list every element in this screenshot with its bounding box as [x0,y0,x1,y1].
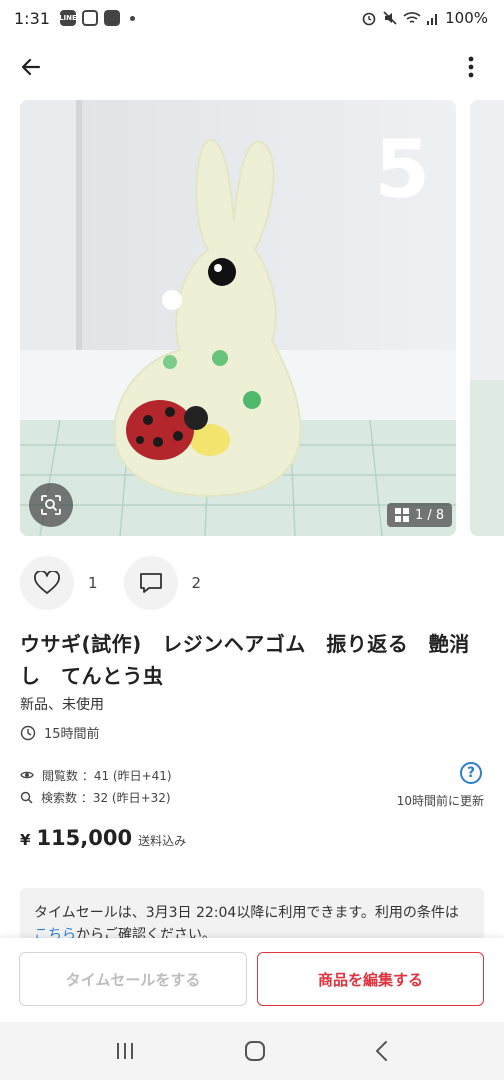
bottom-action-bar: タイムセールをする 商品を編集する [0,938,504,1022]
image-search-button[interactable] [29,483,73,527]
grid-icon [395,508,409,522]
price-amount: 115,000 [36,826,133,850]
item-condition: 新品、未使用 [20,697,104,713]
battery-level: 100% [445,9,488,27]
next-image-preview[interactable] [470,100,504,536]
comment-icon [139,573,162,593]
product-image[interactable]: 5 [20,100,456,536]
system-nav-bar [0,1022,504,1080]
price-row: ¥ 115,000 送料込み [20,826,186,850]
updated-text: 10時間前に更新 [396,794,484,808]
like-button[interactable] [20,556,74,610]
like-count: 1 [88,574,98,592]
recent-apps-icon[interactable] [114,1041,136,1061]
status-time: 1:31 [14,8,50,28]
stats-block: 閲覧数 ：41 (昨日+41) 検索数 ：32 (昨日+32) ? 10時間前に… [20,762,484,808]
item-title: ウサギ(試作) レジンヘアゴム 振り返る 艶消し てんとう虫 [20,632,470,688]
home-icon[interactable] [244,1040,266,1062]
mute-icon [383,11,397,25]
next-image-thumbnail [470,100,504,536]
gallery-icon [103,10,120,26]
action-row: 1 2 [20,556,227,610]
more-vertical-icon [468,56,474,78]
searches-text: 検索数 ：32 (昨日+32) [41,790,171,805]
back-nav-icon[interactable] [374,1040,390,1062]
posted-time: 15時間前 [20,723,100,742]
comment-count: 2 [191,574,202,592]
line-icon: LINE [59,10,77,26]
eye-icon [20,771,34,779]
currency-symbol: ¥ [20,831,31,849]
time-sale-button[interactable]: タイムセールをする [19,952,247,1006]
clock-icon [20,725,36,740]
notification-dot-icon [129,15,135,21]
alarm-icon [362,12,376,26]
app-bar [0,40,504,94]
search-icon [20,791,33,803]
edit-item-button[interactable]: 商品を編集する [257,952,484,1006]
instagram-icon [81,10,98,26]
image-counter-text: 1 / 8 [415,507,445,523]
views-text: 閲覧数 ：41 (昨日+41) [42,768,172,783]
views-row: 閲覧数 ：41 (昨日+41) [20,764,484,786]
signal-icon [427,14,438,25]
shipping-note: 送料込み [138,834,187,848]
image-number-overlay: 5 [374,123,430,216]
heart-icon [34,571,60,594]
image-counter[interactable]: 1 / 8 [387,503,453,527]
back-button[interactable] [14,50,48,84]
status-bar: 1:31 LINE 100% [0,0,504,36]
more-menu-button[interactable] [454,50,488,84]
status-left: 1:31 LINE [14,9,135,28]
posted-time-text: 15時間前 [44,727,100,742]
notice-text-before: タイムセールは、3月3日 22:04以降に利用できます。利用の条件は [34,905,459,921]
arrow-left-icon [21,58,41,76]
status-right: 100% [361,9,488,27]
help-icon[interactable]: ? [460,762,482,784]
scan-search-icon [41,495,61,515]
comment-button[interactable] [123,556,178,610]
wifi-icon [403,12,421,23]
